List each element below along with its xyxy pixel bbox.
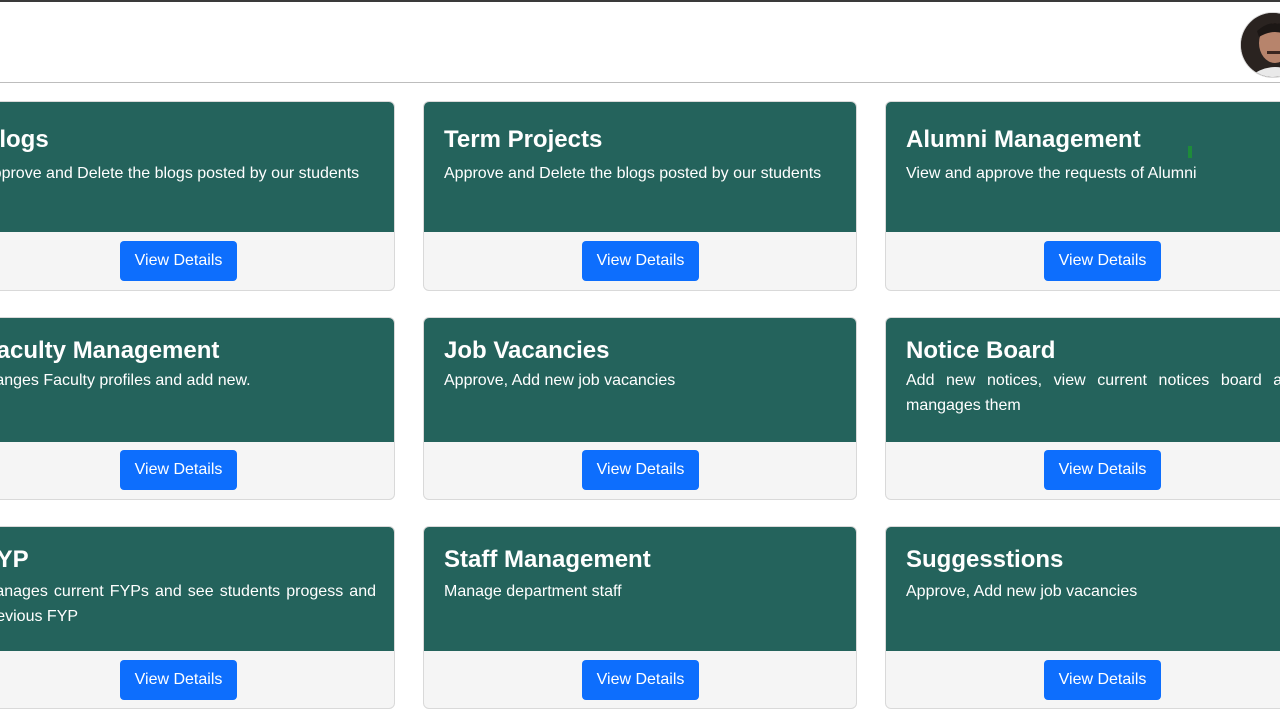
card-title: Term Projects xyxy=(444,126,603,153)
card-description: Manages current FYPs and see students pr… xyxy=(0,583,376,625)
card-header: Notice Board Add new notices, view curre… xyxy=(886,318,1280,442)
view-details-button[interactable]: View Details xyxy=(1044,241,1161,281)
view-details-button[interactable]: View Details xyxy=(1044,450,1161,490)
card-description: Manage department staff xyxy=(444,583,622,600)
card-title: Suggesstions xyxy=(906,546,1064,573)
card-title: Faculty Management xyxy=(0,337,220,364)
card-header: Blogs Approve and Delete the blogs poste… xyxy=(0,102,394,232)
card-suggestions: Suggesstions Approve, Add new job vacanc… xyxy=(885,526,1280,709)
card-header: Staff Management Manage department staff xyxy=(424,527,856,651)
card-title: Blogs xyxy=(0,126,49,153)
card-job-vacancies: Job Vacancies Approve, Add new job vacan… xyxy=(423,317,857,500)
card-alumni-management: Alumni Management View and approve the r… xyxy=(885,101,1280,291)
card-header: Faculty Management Manges Faculty profil… xyxy=(0,318,394,442)
card-description: Approve and Delete the blogs posted by o… xyxy=(0,165,360,182)
card-header: Alumni Management View and approve the r… xyxy=(886,102,1280,232)
card-description: View and approve the requests of Alumni xyxy=(906,165,1197,182)
top-navbar xyxy=(0,2,1280,83)
card-description: Approve, Add new job vacancies xyxy=(444,372,676,389)
card-title: Staff Management xyxy=(444,546,651,573)
card-header: Suggesstions Approve, Add new job vacanc… xyxy=(886,527,1280,651)
card-description: Manges Faculty profiles and add new. xyxy=(0,372,251,389)
card-notice-board: Notice Board Add new notices, view curre… xyxy=(885,317,1280,500)
card-staff-management: Staff Management Manage department staff… xyxy=(423,526,857,709)
card-description: Approve, Add new job vacancies xyxy=(906,583,1138,600)
card-faculty-management: Faculty Management Manges Faculty profil… xyxy=(0,317,395,500)
card-title: Alumni Management xyxy=(906,126,1141,153)
view-details-button[interactable]: View Details xyxy=(120,450,237,490)
card-title: Job Vacancies xyxy=(444,337,610,364)
cursor-marker xyxy=(1188,146,1192,158)
card-title: FYP xyxy=(0,546,29,573)
view-details-button[interactable]: View Details xyxy=(582,660,699,700)
view-details-button[interactable]: View Details xyxy=(120,660,237,700)
card-description: Approve and Delete the blogs posted by o… xyxy=(444,165,822,182)
card-description: Add new notices, view current notices bo… xyxy=(906,372,1280,414)
card-title: Notice Board xyxy=(906,337,1056,364)
card-fyp: FYP Manages current FYPs and see student… xyxy=(0,526,395,709)
user-avatar[interactable] xyxy=(1241,13,1280,77)
card-blogs: Blogs Approve and Delete the blogs poste… xyxy=(0,101,395,291)
view-details-button[interactable]: View Details xyxy=(120,241,237,281)
card-header: Term Projects Approve and Delete the blo… xyxy=(424,102,856,232)
card-term-projects: Term Projects Approve and Delete the blo… xyxy=(423,101,857,291)
view-details-button[interactable]: View Details xyxy=(582,241,699,281)
card-header: FYP Manages current FYPs and see student… xyxy=(0,527,394,651)
card-header: Job Vacancies Approve, Add new job vacan… xyxy=(424,318,856,442)
view-details-button[interactable]: View Details xyxy=(1044,660,1161,700)
avatar-portrait-icon xyxy=(1241,13,1280,77)
view-details-button[interactable]: View Details xyxy=(582,450,699,490)
